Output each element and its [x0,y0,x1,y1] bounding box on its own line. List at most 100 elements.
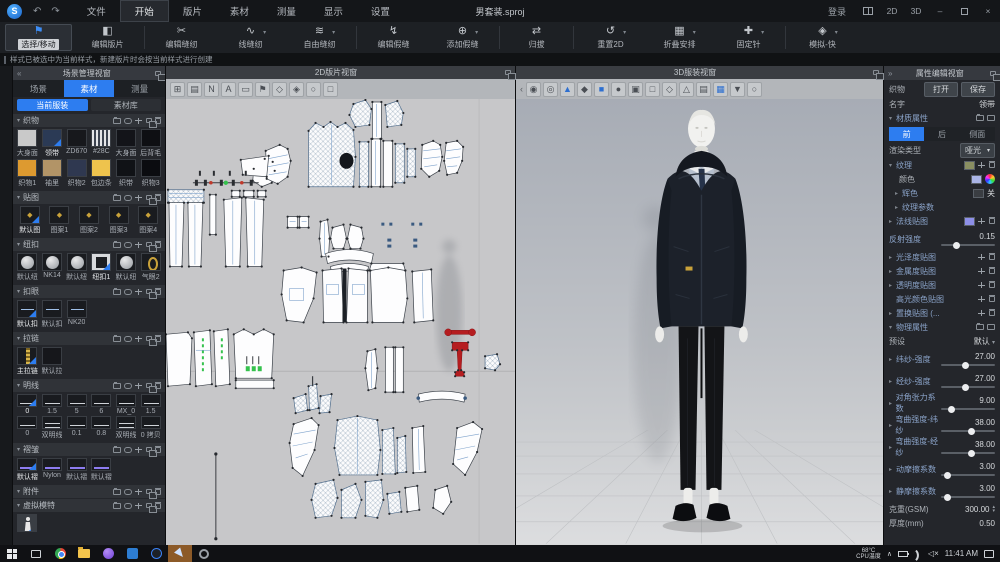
collapse-icon[interactable]: ▾ [889,324,896,331]
swatch-6[interactable]: 6 [90,394,113,415]
section-plus-icon[interactable] [135,195,143,201]
section-copy-icon[interactable] [146,447,152,452]
preset-select[interactable]: 默认 ▾ [974,336,995,347]
section-folder-icon[interactable] [113,489,121,495]
menu-item[interactable]: 文件 [73,0,120,22]
section-plus-icon[interactable] [135,383,143,389]
reflect-slider[interactable] [941,244,995,246]
swatch-默认纽[interactable]: 默认纽 [115,253,138,282]
flag-icon[interactable]: ⚑ [255,82,270,97]
collapsed-side-strip[interactable] [0,66,13,545]
section-header-0[interactable]: ▾织物 [13,114,165,127]
show-texture-icon[interactable]: ▤ [187,82,202,97]
chrome-icon[interactable] [48,545,72,562]
garment-fit-icon[interactable]: ◇ [662,82,677,97]
section-header-5[interactable]: ▾明线 [13,379,165,392]
swatch-图案1[interactable]: 图案1 [46,206,74,235]
drop-garment-icon[interactable]: ▼ [730,82,745,97]
add-map-icon[interactable] [978,254,986,260]
tool-edit-basting[interactable]: ↯编辑假缝 [360,24,427,51]
swatch-气眼2[interactable]: 气眼2 [139,253,162,282]
toolbar-scroll-left-icon[interactable]: ‹ [520,84,523,94]
add-map-icon[interactable] [978,282,986,288]
clock[interactable]: 11:41 AM [945,549,978,558]
section-collapse-icon[interactable]: ▾ [17,335,20,342]
base-line-icon[interactable]: ○ [306,82,321,97]
expand-icon[interactable]: ▸ [889,400,896,407]
slider-handle[interactable] [968,450,975,457]
section-copy-icon[interactable] [146,242,152,247]
swatch-默认扣[interactable]: 默认扣 [41,300,64,329]
swatch-0[interactable]: 0 [16,394,39,415]
notification-center-icon[interactable] [984,550,994,558]
normal-map-swatch[interactable] [964,217,975,226]
section-trash-icon[interactable] [155,195,161,201]
float-panel-icon[interactable] [990,71,996,76]
lasso-icon[interactable]: □ [323,82,338,97]
slider-track[interactable] [941,430,995,432]
swatch-Nylon[interactable]: Nylon [41,458,64,482]
slider-track[interactable] [941,364,995,366]
section-copy-icon[interactable] [146,503,152,508]
swatch-领带[interactable]: 领带 [41,129,64,158]
slider-handle[interactable] [962,362,969,369]
section-copy-icon[interactable] [146,489,152,494]
tool-edit-pattern[interactable]: ◧编辑版片 [74,24,141,51]
slider-handle[interactable] [962,384,969,391]
section-collapse-icon[interactable]: ▾ [17,117,20,124]
swatch-NK20[interactable]: NK20 [65,300,88,329]
expand-icon[interactable]: ▸ [889,282,896,289]
menu-item[interactable]: 开始 [120,0,169,22]
section-cloud-icon[interactable] [124,447,132,453]
section-collapse-icon[interactable]: ▾ [17,502,20,509]
expand-icon[interactable]: ▸ [889,268,896,275]
swatch-默认纽[interactable]: 默认纽 [16,253,39,282]
swatch-双明线[interactable]: 双明线 [115,416,138,440]
section-cloud-icon[interactable] [124,383,132,389]
swatch-默认纽[interactable]: 默认纽 [65,253,88,282]
swatch-主拉链[interactable]: 主拉链 [16,347,39,376]
collapse-icon[interactable]: ▾ [889,162,896,169]
swatch-织物1[interactable]: 织物1 [16,159,39,188]
section-copy-icon[interactable] [146,289,152,294]
section-folder-icon[interactable] [113,195,121,201]
tool-shrink-stretch[interactable]: ⇄归拔 [503,24,570,51]
expand-icon[interactable]: ▸ [889,218,896,225]
close-button[interactable]: × [976,0,1000,22]
float-view-icon[interactable] [505,70,511,75]
load-physics-icon[interactable] [976,324,984,330]
swatch-图案2[interactable]: 图案2 [75,206,103,235]
file-explorer-icon[interactable] [72,545,96,562]
section-trash-icon[interactable] [155,503,161,509]
section-copy-icon[interactable] [146,383,152,388]
thickness-value[interactable]: 0.50 [979,519,995,528]
swatch-大身面[interactable]: 大身面 [16,129,39,158]
menu-item[interactable]: 显示 [310,0,357,22]
section-plus-icon[interactable] [135,242,143,248]
avatar-show-icon[interactable]: ◉ [526,82,541,97]
section-header-8[interactable]: ▾虚拟模特 [13,499,165,512]
color-swatch[interactable] [971,175,982,184]
dropdown-caret-icon[interactable]: ▾ [623,27,626,40]
style3d-app-icon[interactable] [168,545,192,562]
section-cloud-icon[interactable] [124,489,132,495]
add-normal-map-icon[interactable] [978,218,986,224]
swatch-默认拉[interactable]: 默认拉 [41,347,64,376]
swatch-包边条[interactable]: 包边条 [90,159,113,188]
section-plus-icon[interactable] [135,503,143,509]
swatch-后背毛[interactable]: 后背毛 [139,129,162,158]
section-trash-icon[interactable] [155,336,161,342]
swatch-默认图[interactable]: 默认图 [16,206,44,235]
swatch-图案4[interactable]: 图案4 [134,206,162,235]
battery-icon[interactable] [898,551,908,557]
expand-icon[interactable]: ▸ [889,466,896,473]
app-dark-icon[interactable] [144,545,168,562]
pattern-canvas[interactable]: .pc{fill:#fdfdfe;stroke:#3c424a;stroke-w… [166,99,515,545]
expand-icon[interactable]: ▸ [895,204,902,211]
annotation-icon[interactable]: A [221,82,236,97]
undo-icon[interactable]: ↶ [28,6,46,17]
swatch-默认褶[interactable]: 默认褶 [90,458,113,482]
section-folder-icon[interactable] [113,336,121,342]
pattern-name-icon[interactable]: N [204,82,219,97]
swatch-纽扣1[interactable]: 纽扣1 [90,253,113,282]
